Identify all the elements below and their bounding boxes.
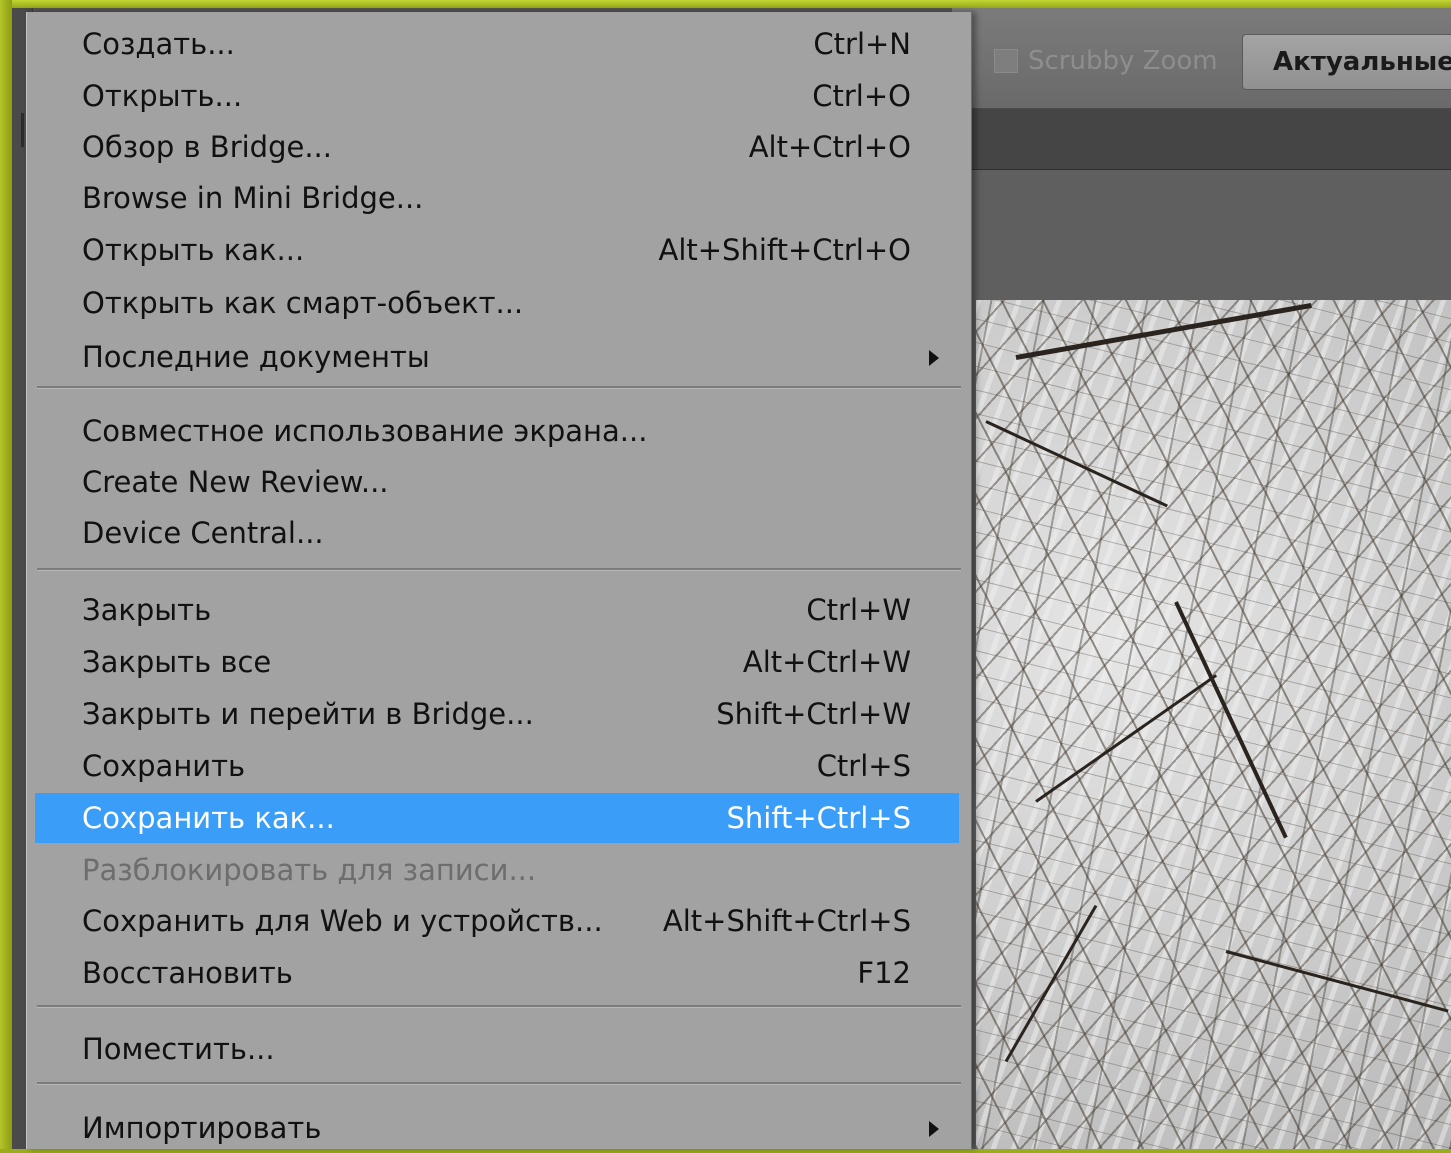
menu-item-label: Закрыть и перейти в Bridge... [82,697,534,731]
menu-item-share-screen[interactable]: Совместное использование экрана... [35,406,959,456]
menu-item-label: Последние документы [82,340,430,374]
actual-pixels-button[interactable]: Актуальные п [1242,34,1451,90]
menu-item-close-all[interactable]: Закрыть все Alt+Ctrl+W [35,637,959,687]
menu-item-label: Закрыть [82,593,212,627]
menu-item-shortcut: F12 [857,956,911,990]
menu-item-open-as[interactable]: Открыть как... Alt+Shift+Ctrl+O [35,225,959,275]
menu-item-label: Create New Review... [82,465,389,499]
menu-item-shortcut: Alt+Ctrl+W [742,645,911,679]
menu-item-open[interactable]: Открыть... Ctrl+O [35,71,959,121]
menu-item-label: Сохранить [82,749,246,783]
menu-item-label: Обзор в Bridge... [82,130,332,164]
menu-item-label: Открыть... [82,79,243,113]
menu-item-label: Открыть как смарт-объект... [82,286,524,320]
menu-item-save-as[interactable]: Сохранить как... Shift+Ctrl+S [35,793,959,843]
menu-item-label: Создать... [82,27,235,61]
submenu-arrow-icon [929,350,939,366]
menu-item-label: Восстановить [82,956,293,990]
menu-item-label: Разблокировать для записи... [82,853,537,887]
scrubby-zoom-checkbox[interactable] [994,49,1018,73]
menu-item-unlock-for-writing: Разблокировать для записи... [35,845,959,895]
panel-grip[interactable] [21,113,24,147]
menu-item-shortcut: Ctrl+O [812,79,911,113]
menu-item-label: Сохранить для Web и устройств... [82,904,603,938]
menu-item-save-for-web[interactable]: Сохранить для Web и устройств... Alt+Shi… [35,896,959,946]
scrubby-zoom-option[interactable]: Scrubby Zoom [994,46,1218,76]
menu-item-recent-documents[interactable]: Последние документы [35,332,959,382]
menu-item-browse-mini-bridge[interactable]: Browse in Mini Bridge... [35,173,959,223]
menu-item-place[interactable]: Поместить... [35,1024,959,1074]
menu-item-label: Device Central... [82,516,324,550]
menu-item-label: Открыть как... [82,233,305,267]
menu-item-shortcut: Alt+Shift+Ctrl+O [658,233,911,267]
file-menu: Создать... Ctrl+N Открыть... Ctrl+O Обзо… [26,12,972,1149]
menu-separator [37,386,961,389]
menu-item-shortcut: Alt+Ctrl+O [748,130,911,164]
menu-item-shortcut: Ctrl+N [813,27,911,61]
menu-item-device-central[interactable]: Device Central... [35,508,959,558]
menu-item-create-new-review[interactable]: Create New Review... [35,457,959,507]
menu-item-close[interactable]: Закрыть Ctrl+W [35,585,959,635]
menu-item-shortcut: Shift+Ctrl+W [716,697,911,731]
window-frame-top [0,0,1451,8]
menu-item-label: Сохранить как... [82,801,335,835]
scrubby-zoom-label: Scrubby Zoom [1028,46,1218,76]
document-tab-bar [952,109,1451,170]
menu-item-label: Импортировать [82,1111,322,1145]
document-image [976,300,1451,1149]
menu-item-label: Совместное использование экрана... [82,414,648,448]
menu-item-new[interactable]: Создать... Ctrl+N [35,19,959,69]
menu-item-shortcut: Shift+Ctrl+S [726,801,911,835]
menu-item-revert[interactable]: Восстановить F12 [35,948,959,998]
menu-separator [37,1005,961,1008]
menu-item-import[interactable]: Импортировать [35,1103,959,1153]
menu-item-browse-in-bridge[interactable]: Обзор в Bridge... Alt+Ctrl+O [35,122,959,172]
menu-separator [37,568,961,571]
window-frame-left [0,0,12,1149]
canvas-area[interactable] [952,170,1451,1149]
menu-item-shortcut: Ctrl+W [806,593,911,627]
menu-item-open-as-smart-object[interactable]: Открыть как смарт-объект... [35,278,959,328]
menu-item-label: Browse in Mini Bridge... [82,181,424,215]
menu-item-shortcut: Alt+Shift+Ctrl+S [662,904,911,938]
menu-item-label: Поместить... [82,1032,275,1066]
menu-item-label: Закрыть все [82,645,272,679]
submenu-arrow-icon [929,1121,939,1137]
options-bar: Scrubby Zoom Актуальные п [952,8,1451,109]
menu-item-close-and-go-to-bridge[interactable]: Закрыть и перейти в Bridge... Shift+Ctrl… [35,689,959,739]
menu-separator [37,1082,961,1085]
menu-item-save[interactable]: Сохранить Ctrl+S [35,741,959,791]
menu-item-shortcut: Ctrl+S [816,749,911,783]
